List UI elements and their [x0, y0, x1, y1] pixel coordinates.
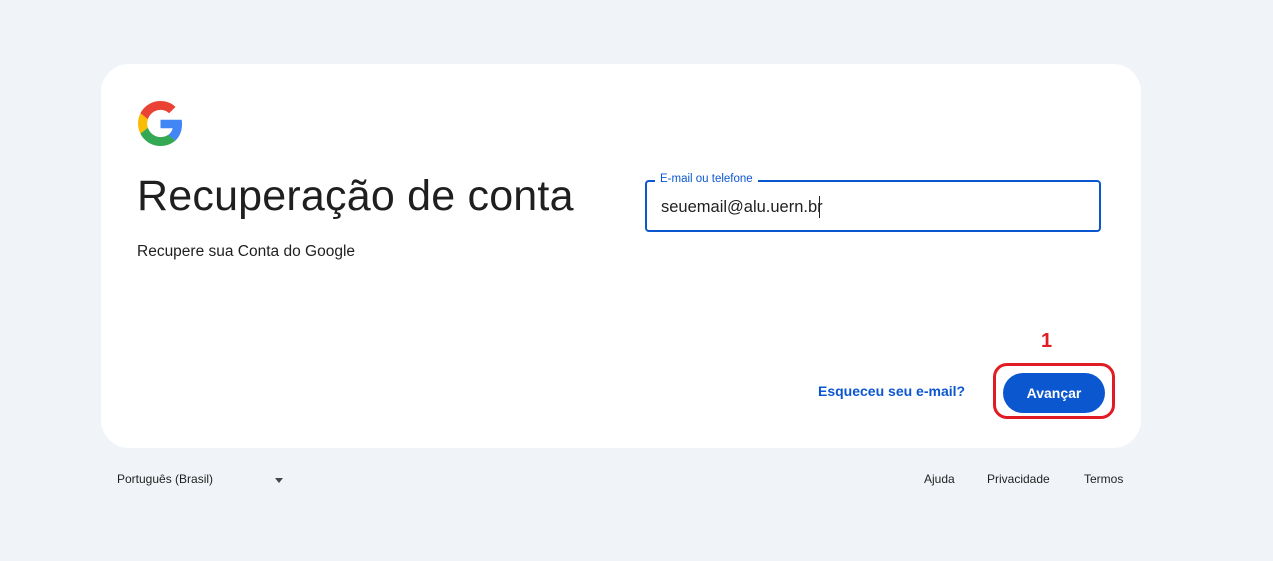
- email-field[interactable]: E-mail ou telefone: [645, 173, 1101, 232]
- google-logo-icon: [138, 101, 183, 146]
- language-selector[interactable]: Português (Brasil): [117, 472, 213, 486]
- text-caret: [819, 196, 820, 218]
- annotation-number: 1: [1041, 330, 1053, 352]
- caret-down-icon[interactable]: [275, 478, 283, 483]
- page-subtitle: Recupere sua Conta do Google: [137, 243, 356, 260]
- forgot-email-link[interactable]: Esqueceu seu e-mail?: [818, 383, 965, 399]
- annotation-highlight: [993, 363, 1115, 419]
- recovery-card: Recuperação de conta Recupere sua Conta …: [101, 64, 1141, 448]
- footer-terms-link[interactable]: Termos: [1084, 472, 1123, 486]
- email-input[interactable]: [661, 195, 1081, 219]
- email-field-label: E-mail ou telefone: [655, 173, 758, 185]
- footer-privacy-link[interactable]: Privacidade: [987, 472, 1050, 486]
- footer-help-link[interactable]: Ajuda: [924, 472, 955, 486]
- page-title: Recuperação de conta: [137, 172, 574, 220]
